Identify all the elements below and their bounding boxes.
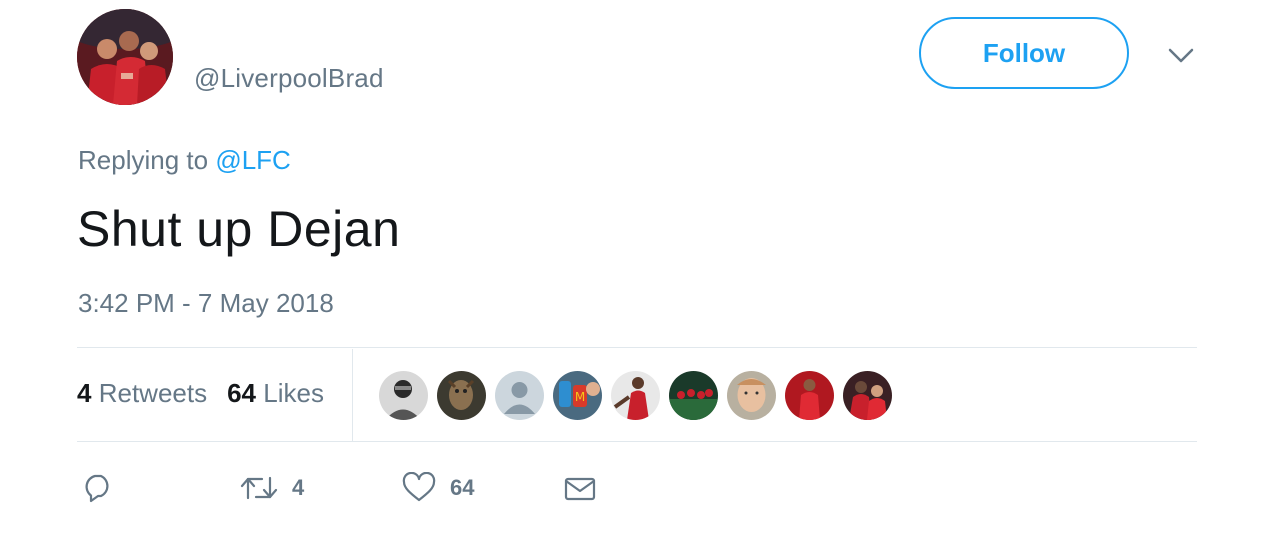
liker-avatar[interactable]	[495, 371, 544, 420]
liker-avatar[interactable]: M	[553, 371, 602, 420]
liker-avatar[interactable]	[843, 371, 892, 420]
reply-button[interactable]	[82, 472, 114, 504]
like-button[interactable]: 64	[402, 472, 474, 504]
heart-icon	[402, 472, 436, 502]
mention-link[interactable]: @LFC	[215, 145, 291, 175]
likes-count: 64	[227, 378, 257, 408]
replying-prefix: Replying to	[78, 145, 216, 175]
user-handle[interactable]: @LiverpoolBrad	[194, 63, 384, 94]
tweet-text: Shut up Dejan	[77, 201, 401, 257]
follow-button[interactable]: Follow	[919, 17, 1129, 89]
divider	[77, 441, 1197, 442]
envelope-icon	[564, 477, 596, 501]
replying-to: Replying to @LFC	[78, 145, 291, 176]
retweets-stat[interactable]: 4 Retweets	[77, 378, 207, 409]
reply-icon	[85, 474, 109, 503]
likes-stat[interactable]: 64 Likes	[227, 378, 324, 409]
like-count: 64	[450, 475, 475, 500]
liker-avatar[interactable]	[669, 371, 718, 420]
retweets-count: 4	[77, 378, 92, 408]
divider	[77, 347, 1197, 348]
liker-avatar[interactable]	[611, 371, 660, 420]
chevron-down-icon[interactable]	[1166, 44, 1196, 68]
divider	[352, 349, 353, 441]
liker-avatar[interactable]	[785, 371, 834, 420]
liker-avatar[interactable]	[437, 371, 486, 420]
likes-label: Likes	[263, 378, 324, 408]
tweet-stats: 4 Retweets 64 Likes	[77, 378, 324, 409]
retweet-count: 4	[292, 475, 305, 500]
retweets-label: Retweets	[98, 378, 208, 408]
tweet-timestamp[interactable]: 3:42 PM - 7 May 2018	[78, 288, 334, 319]
retweet-button[interactable]: 4	[240, 472, 304, 504]
avatar[interactable]	[77, 9, 173, 105]
profile-photo	[77, 9, 173, 105]
liker-avatar[interactable]	[379, 371, 428, 420]
direct-message-button[interactable]	[563, 472, 597, 504]
liker-avatar[interactable]	[727, 371, 776, 420]
svg-text:M: M	[575, 390, 585, 404]
retweet-icon	[240, 476, 278, 500]
likers-list: M	[379, 371, 892, 420]
